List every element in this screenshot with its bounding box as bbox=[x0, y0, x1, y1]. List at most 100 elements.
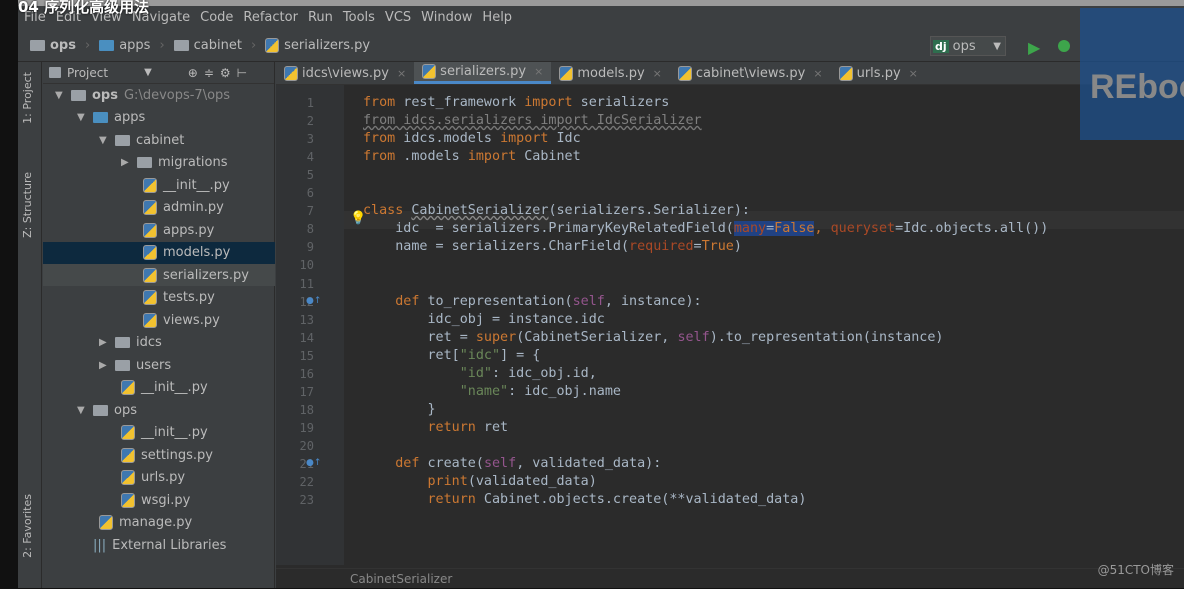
collapsed-arrow-icon[interactable]: ▶ bbox=[121, 157, 131, 168]
editor-tab[interactable]: serializers.py × bbox=[414, 62, 552, 84]
expanded-arrow-icon[interactable]: ▼ bbox=[77, 405, 87, 416]
tree-item[interactable]: ▼ ops G:\devops-7\ops bbox=[43, 84, 275, 106]
code-line[interactable]: ret = super(CabinetSerializer, self).to_… bbox=[363, 329, 943, 347]
tree-item[interactable]: manage.py bbox=[43, 512, 275, 534]
code-line[interactable]: from idcs.models import Idc bbox=[363, 130, 581, 148]
collapse-icon[interactable]: ≑ bbox=[204, 66, 214, 80]
gear-icon[interactable]: ⚙ bbox=[220, 66, 231, 80]
code-line[interactable]: ret["idc"] = { bbox=[363, 347, 540, 365]
editor-breadcrumb: CabinetSerializer bbox=[276, 568, 1184, 588]
tree-item[interactable]: ▼ apps bbox=[43, 107, 275, 129]
menu-refactor[interactable]: Refactor bbox=[243, 10, 298, 25]
tree-item-label: migrations bbox=[158, 155, 228, 170]
tree-item-label: cabinet bbox=[136, 132, 185, 148]
tree-item[interactable]: tests.py bbox=[43, 287, 275, 309]
run-icon[interactable]: ▶ bbox=[1028, 38, 1044, 57]
code-token: "id" bbox=[459, 365, 492, 381]
breadcrumb-item[interactable]: serializers.py bbox=[265, 38, 370, 53]
line-number: 13 bbox=[299, 312, 314, 327]
close-icon[interactable]: × bbox=[534, 65, 543, 78]
code-line[interactable]: "name": idc_obj.name bbox=[363, 383, 621, 401]
line-number: 15 bbox=[299, 348, 314, 363]
tree-item[interactable]: settings.py bbox=[43, 444, 275, 466]
line-number: 1 bbox=[306, 96, 314, 110]
editor-tab[interactable]: cabinet\views.py × bbox=[670, 62, 831, 84]
tab-favorites[interactable]: 2: Favorites bbox=[21, 494, 34, 558]
tree-item[interactable]: admin.py bbox=[43, 197, 275, 219]
tree-item[interactable]: models.py bbox=[43, 241, 275, 264]
code-line[interactable]: def create(self, validated_data): bbox=[363, 455, 661, 473]
collapsed-arrow-icon[interactable]: ▶ bbox=[99, 337, 109, 348]
code-line[interactable]: from .models import Cabinet bbox=[363, 148, 581, 166]
code-line[interactable]: idc_obj = instance.idc bbox=[363, 311, 604, 329]
code-token: =Idc.objects.all()) bbox=[895, 221, 1049, 237]
tree-item[interactable]: wsgi.py bbox=[43, 489, 275, 511]
breadcrumb-item[interactable]: ops bbox=[30, 38, 76, 53]
tree-item[interactable]: __init__.py bbox=[43, 377, 275, 399]
close-icon[interactable]: × bbox=[397, 67, 406, 80]
code-token: return bbox=[427, 419, 476, 435]
tree-item-label: apps.py bbox=[163, 222, 215, 238]
run-config-select[interactable]: dj ops ▼ bbox=[930, 36, 1006, 56]
expanded-arrow-icon[interactable]: ▼ bbox=[55, 90, 65, 101]
override-method-icon[interactable]: ●↑ bbox=[306, 458, 321, 468]
editor-tab[interactable]: models.py × bbox=[551, 62, 670, 84]
menu-run[interactable]: Run bbox=[308, 10, 333, 25]
line-number: 11 bbox=[299, 276, 314, 291]
menu-tools[interactable]: Tools bbox=[343, 10, 375, 25]
code-line[interactable]: def to_representation(self, instance): bbox=[363, 293, 701, 311]
menu-code[interactable]: Code bbox=[200, 10, 233, 25]
hide-icon[interactable]: ⊢ bbox=[237, 66, 247, 80]
tree-item[interactable]: views.py bbox=[43, 309, 275, 331]
tree-item[interactable]: apps.py bbox=[43, 219, 275, 241]
code-line[interactable]: return Cabinet.objects.create(**validate… bbox=[363, 491, 807, 509]
menu-help[interactable]: Help bbox=[482, 10, 512, 25]
tree-item[interactable]: ▼ ops bbox=[43, 399, 275, 421]
editor-tab[interactable]: urls.py × bbox=[831, 62, 926, 84]
code-line[interactable]: "id": idc_obj.id, bbox=[363, 365, 597, 383]
code-line[interactable]: from idcs.serializers import IdcSerializ… bbox=[363, 112, 702, 130]
tree-item[interactable]: ▶ idcs bbox=[43, 332, 275, 354]
project-panel: Project ▼ ⊕ ≑ ⚙ ⊢ ▼ ops G:\devops-7\ops ▼ ap… bbox=[43, 62, 275, 588]
override-method-icon[interactable]: ●↑ bbox=[306, 296, 321, 306]
code-token: } bbox=[363, 401, 436, 417]
tree-item-label: apps bbox=[114, 110, 146, 125]
breadcrumb-item[interactable]: apps bbox=[99, 38, 150, 53]
tree-item[interactable]: serializers.py bbox=[43, 264, 275, 286]
tab-project[interactable]: 1: Project bbox=[21, 72, 34, 124]
tree-item-label: External Libraries bbox=[112, 537, 227, 553]
tree-item[interactable]: ▶ migrations bbox=[43, 152, 275, 174]
expanded-arrow-icon[interactable]: ▼ bbox=[77, 112, 87, 123]
close-icon[interactable]: × bbox=[813, 67, 822, 80]
code-token: : idc_obj.name bbox=[508, 383, 621, 399]
breadcrumb-item[interactable]: cabinet bbox=[173, 38, 242, 53]
close-icon[interactable]: × bbox=[653, 67, 662, 80]
target-icon[interactable]: ⊕ bbox=[188, 66, 198, 80]
tree-item[interactable]: __init__.py bbox=[43, 422, 275, 444]
code-token: return bbox=[427, 492, 476, 508]
menu-window[interactable]: Window bbox=[421, 10, 472, 25]
code-line[interactable]: print(validated_data) bbox=[363, 473, 597, 491]
expanded-arrow-icon[interactable]: ▼ bbox=[99, 135, 109, 146]
code-line[interactable]: name = serializers.CharField(required=Tr… bbox=[363, 238, 742, 256]
code-line[interactable]: } bbox=[363, 401, 436, 419]
tree-item[interactable]: __init__.py bbox=[43, 174, 275, 196]
code-editor[interactable]: idcs\views.py × serializers.py × models.py × c… bbox=[276, 62, 1184, 588]
menu-vcs[interactable]: VCS bbox=[385, 10, 411, 25]
tree-item[interactable]: urls.py bbox=[43, 467, 275, 489]
tree-item[interactable]: ▼ cabinet bbox=[43, 129, 275, 151]
tree-item[interactable]: ▶ users bbox=[43, 354, 275, 376]
code-line[interactable]: return ret bbox=[363, 419, 509, 437]
tab-structure[interactable]: Z: Structure bbox=[21, 172, 34, 238]
code-line[interactable]: class CabinetSerializer(serializers.Seri… bbox=[363, 202, 750, 220]
close-icon[interactable]: × bbox=[909, 67, 918, 80]
debug-icon[interactable] bbox=[1058, 40, 1070, 52]
editor-tab[interactable]: idcs\views.py × bbox=[276, 62, 414, 84]
chevron-down-icon[interactable]: ▼ bbox=[144, 67, 152, 78]
lightbulb-icon[interactable]: 💡 bbox=[350, 211, 366, 226]
code-line[interactable]: idc = serializers.PrimaryKeyRelatedField… bbox=[363, 220, 1048, 238]
code-line[interactable]: from rest_framework import serializers bbox=[363, 94, 669, 112]
tree-item[interactable]: ||| External Libraries bbox=[43, 534, 275, 556]
collapsed-arrow-icon[interactable]: ▶ bbox=[99, 360, 109, 371]
